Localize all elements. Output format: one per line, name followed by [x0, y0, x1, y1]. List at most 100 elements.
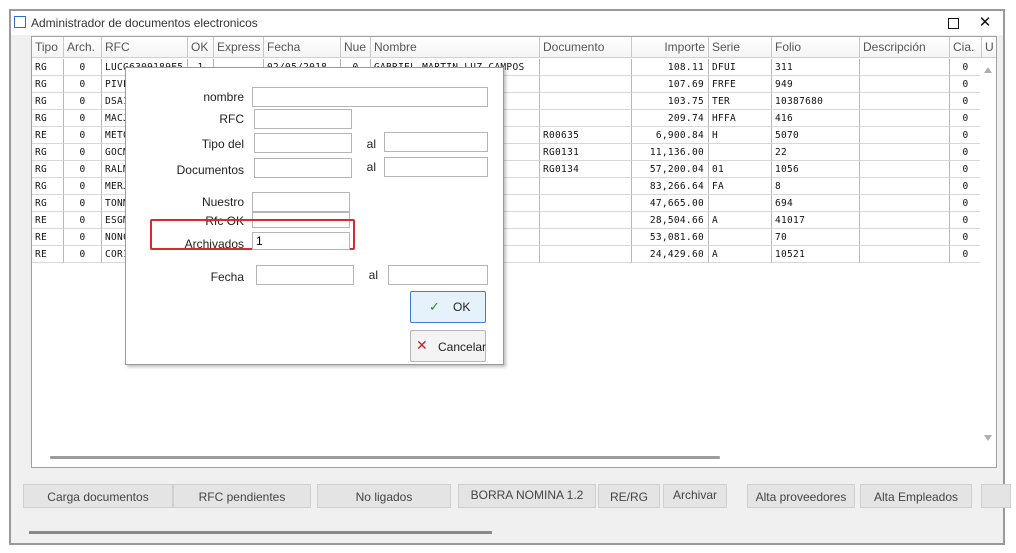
table-cell: HFFA — [709, 110, 772, 127]
table-cell: 10387680 — [772, 93, 860, 110]
nuestro-input[interactable] — [252, 192, 350, 212]
table-cell: RE — [32, 212, 64, 229]
no-ligados-button[interactable]: No ligados — [317, 484, 451, 508]
table-cell: RG — [32, 59, 64, 76]
ok-button[interactable]: ✓ OK — [410, 291, 486, 323]
table-cell — [860, 144, 950, 161]
table-cell: 24,429.60 — [632, 246, 709, 263]
table-cell — [540, 229, 632, 246]
table-cell: 57,200.04 — [632, 161, 709, 178]
table-cell: 949 — [772, 76, 860, 93]
carga-documentos-button[interactable]: Carga documentos — [23, 484, 173, 508]
fecha-al-input[interactable] — [388, 265, 488, 285]
nuestro-label: Nuestro — [201, 195, 244, 209]
table-cell — [860, 229, 950, 246]
table-cell: 0 — [950, 144, 982, 161]
table-cell: 0 — [64, 76, 102, 93]
nombre-input[interactable] — [252, 87, 488, 107]
column-header[interactable]: Tipo — [32, 37, 64, 57]
table-cell — [709, 229, 772, 246]
window-horizontal-scroll-thumb[interactable] — [29, 531, 492, 534]
column-header[interactable]: Cia. — [950, 37, 982, 57]
column-header[interactable]: Documento — [540, 37, 632, 57]
table-cell: R00635 — [540, 127, 632, 144]
title-bar: Administrador de documentos electronicos… — [11, 11, 1003, 35]
table-cell: 6,900.84 — [632, 127, 709, 144]
column-header[interactable]: Nombre — [371, 37, 540, 57]
table-cell — [540, 59, 632, 76]
column-header[interactable]: U — [982, 37, 996, 57]
column-header[interactable]: RFC — [102, 37, 188, 57]
table-cell: RG — [32, 195, 64, 212]
maximize-button[interactable] — [939, 13, 967, 33]
cancel-button[interactable]: ✕ Cancelar — [410, 330, 486, 362]
table-cell: 311 — [772, 59, 860, 76]
fecha-label: Fecha — [210, 270, 244, 284]
table-cell: 0 — [64, 161, 102, 178]
column-header[interactable]: Descripción — [860, 37, 950, 57]
tipo-al-input[interactable] — [384, 132, 488, 152]
rfc-pendientes-button[interactable]: RFC pendientes — [173, 484, 311, 508]
table-cell: 0 — [64, 59, 102, 76]
table-cell: 1056 — [772, 161, 860, 178]
table-cell: 0 — [950, 229, 982, 246]
table-cell: RG0134 — [540, 161, 632, 178]
table-cell: 41017 — [772, 212, 860, 229]
table-cell: RG — [32, 93, 64, 110]
column-header[interactable]: Serie — [709, 37, 772, 57]
column-header[interactable]: Express — [214, 37, 264, 57]
table-cell: TER — [709, 93, 772, 110]
scroll-down-icon[interactable] — [984, 435, 992, 441]
extra-button[interactable] — [981, 484, 1011, 508]
x-icon: ✕ — [416, 337, 428, 353]
table-cell — [540, 110, 632, 127]
fecha-input[interactable] — [256, 265, 354, 285]
table-cell — [860, 110, 950, 127]
table-cell: 416 — [772, 110, 860, 127]
borra-nomina-button[interactable]: BORRA NOMINA 1.2 — [458, 484, 596, 508]
archivados-input[interactable] — [252, 232, 350, 250]
column-header[interactable]: Folio — [772, 37, 860, 57]
column-header[interactable]: Fecha — [264, 37, 341, 57]
table-cell — [709, 195, 772, 212]
documentos-label: Documentos — [176, 163, 244, 177]
table-cell: 108.11 — [632, 59, 709, 76]
check-icon: ✓ — [429, 299, 440, 314]
archivar-button[interactable]: Archivar — [663, 484, 727, 508]
alta-empleados-button[interactable]: Alta Empleados — [860, 484, 972, 508]
rfc-input[interactable] — [254, 109, 352, 129]
column-header[interactable]: OK — [188, 37, 214, 57]
scroll-up-icon[interactable] — [984, 67, 992, 73]
table-cell: 0 — [950, 212, 982, 229]
column-header[interactable]: Arch. — [64, 37, 102, 57]
tipo-del-input[interactable] — [254, 133, 352, 153]
table-cell: 0 — [64, 178, 102, 195]
table-cell: 5070 — [772, 127, 860, 144]
documentos-al-input[interactable] — [384, 157, 488, 177]
table-cell: 70 — [772, 229, 860, 246]
table-cell — [540, 195, 632, 212]
table-cell: 0 — [64, 144, 102, 161]
column-header[interactable]: Importe — [632, 37, 709, 57]
alta-proveedores-button[interactable]: Alta proveedores — [747, 484, 855, 508]
table-cell — [860, 161, 950, 178]
re-rg-button[interactable]: RE/RG — [598, 484, 660, 508]
column-header[interactable]: Nue — [341, 37, 371, 57]
table-cell — [860, 127, 950, 144]
table-cell: 0 — [950, 127, 982, 144]
close-button[interactable]: ✕ — [971, 13, 999, 33]
table-cell: 0 — [950, 195, 982, 212]
table-cell — [709, 144, 772, 161]
table-cell — [860, 59, 950, 76]
vertical-scrollbar[interactable] — [980, 59, 996, 449]
horizontal-scroll-thumb[interactable] — [50, 456, 720, 459]
table-cell: 103.75 — [632, 93, 709, 110]
action-button-bar: Carga documentos RFC pendientes No ligad… — [11, 484, 1011, 510]
table-cell: RG — [32, 178, 64, 195]
table-cell: 0 — [950, 110, 982, 127]
table-cell: 0 — [64, 93, 102, 110]
table-cell: 0 — [64, 246, 102, 263]
table-cell: 0 — [950, 246, 982, 263]
table-cell — [860, 93, 950, 110]
documentos-input[interactable] — [254, 158, 352, 178]
